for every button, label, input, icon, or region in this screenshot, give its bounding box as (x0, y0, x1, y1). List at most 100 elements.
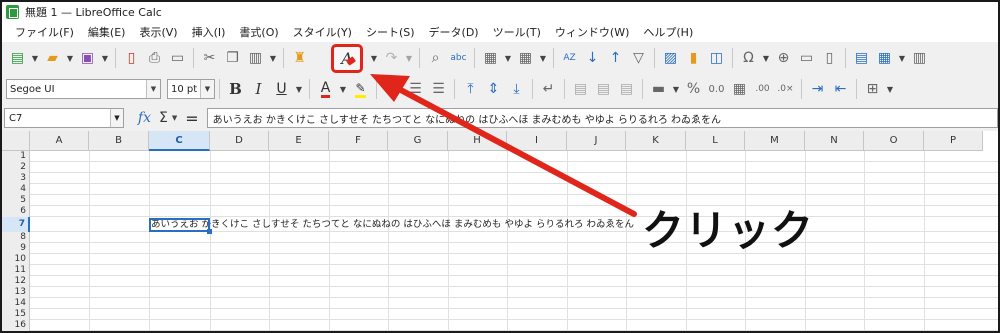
column-icon[interactable]: ▦ (514, 47, 537, 70)
sum-dropdown-icon[interactable]: ▼ (172, 114, 177, 122)
special-character-icon[interactable]: Ω (737, 47, 760, 70)
highlighting-color-icon[interactable]: ✎ (349, 78, 372, 101)
clear-direct-formatting-icon[interactable]: A (331, 44, 363, 73)
menu-styles[interactable]: スタイル(Y) (286, 24, 359, 40)
number-format-icon[interactable]: 0.0 (705, 78, 728, 101)
row-header[interactable]: 10 (2, 254, 30, 265)
row-header-selected[interactable]: 7 (2, 217, 30, 232)
row-header[interactable]: 6 (2, 206, 30, 217)
redo-icon[interactable]: ↷ (380, 47, 403, 70)
column-header[interactable]: D (210, 131, 269, 151)
row-header[interactable]: 4 (2, 184, 30, 195)
font-color-dropdown-icon[interactable]: ▼ (337, 78, 349, 101)
menu-edit[interactable]: 編集(E) (81, 24, 133, 40)
decrease-indent-icon[interactable]: ⇤ (829, 78, 852, 101)
column-header[interactable]: M (745, 131, 805, 151)
column-header[interactable]: G (388, 131, 448, 151)
merge-cells-icon[interactable]: ▤ (592, 78, 615, 101)
open-dropdown-icon[interactable]: ▼ (64, 47, 76, 70)
sort-ascending-icon[interactable]: ↓ (581, 47, 604, 70)
align-right-icon[interactable]: ☰ (427, 78, 450, 101)
menu-format[interactable]: 書式(O) (232, 24, 285, 40)
select-all-corner[interactable] (2, 131, 30, 151)
sum-icon[interactable]: Σ (159, 110, 168, 126)
row-header[interactable]: 1 (2, 151, 30, 162)
open-folder-icon[interactable]: ▰ (41, 47, 64, 70)
percent-format-icon[interactable]: % (682, 78, 705, 101)
name-box[interactable]: C7 ▼ (4, 108, 124, 128)
row-header[interactable]: 9 (2, 243, 30, 254)
row-dropdown-icon[interactable]: ▼ (502, 47, 514, 70)
font-size-box[interactable]: 10 pt ▼ (167, 79, 215, 99)
image-icon[interactable]: ▨ (659, 47, 682, 70)
column-header[interactable]: L (686, 131, 745, 151)
date-format-icon[interactable]: ▦ (728, 78, 751, 101)
column-header[interactable]: H (448, 131, 507, 151)
header-footer-icon[interactable]: ▯ (818, 47, 841, 70)
align-top-icon[interactable]: ⤒ (459, 78, 482, 101)
currency-format-icon[interactable]: ▬ (647, 78, 670, 101)
column-header[interactable]: F (329, 131, 388, 151)
fill-handle[interactable] (207, 229, 212, 234)
autofilter-icon[interactable]: ▽ (627, 47, 650, 70)
export-pdf-icon[interactable]: ▯ (120, 47, 143, 70)
currency-dropdown-icon[interactable]: ▼ (670, 78, 682, 101)
row-header[interactable]: 11 (2, 265, 30, 276)
chevron-down-icon[interactable]: ▼ (146, 80, 160, 98)
menu-sheet[interactable]: シート(S) (359, 24, 422, 40)
function-wizard-icon[interactable]: fx (138, 110, 151, 126)
redo-dropdown-icon[interactable]: ▼ (403, 47, 415, 70)
unmerge-cells-icon[interactable]: ▤ (615, 78, 638, 101)
align-center-vertical-icon[interactable]: ⇕ (482, 78, 505, 101)
chevron-down-icon[interactable]: ▼ (109, 109, 123, 127)
row-header[interactable]: 5 (2, 195, 30, 206)
row-header[interactable]: 3 (2, 173, 30, 184)
define-print-area-icon[interactable]: ▤ (850, 47, 873, 70)
freeze-rows-columns-icon[interactable]: ▦ (873, 47, 896, 70)
row-header[interactable]: 14 (2, 298, 30, 309)
column-header[interactable]: J (567, 131, 626, 151)
hyperlink-icon[interactable]: ⊕ (772, 47, 795, 70)
formula-input[interactable]: あいうえお かきくけこ さしすせそ たちつてと なにぬねの はひふへほ まみむめ… (206, 108, 998, 128)
new-spreadsheet-icon[interactable]: ▤ (6, 47, 29, 70)
freeze-dropdown-icon[interactable]: ▼ (896, 47, 908, 70)
bold-button[interactable]: B (224, 78, 247, 101)
align-left-icon[interactable]: ☰ (381, 78, 404, 101)
paste-dropdown-icon[interactable]: ▼ (267, 47, 279, 70)
column-header[interactable]: P (924, 131, 983, 151)
clone-formatting-icon[interactable]: ♜ (288, 47, 311, 70)
undo-dropdown-icon[interactable]: ▼ (368, 47, 380, 70)
chevron-down-icon[interactable]: ▼ (200, 80, 214, 98)
special-character-dropdown-icon[interactable]: ▼ (760, 47, 772, 70)
align-bottom-icon[interactable]: ⤓ (505, 78, 528, 101)
column-header-selected[interactable]: C (149, 131, 210, 151)
add-decimal-icon[interactable]: .00 (751, 78, 774, 101)
menu-window[interactable]: ウィンドウ(W) (548, 24, 636, 40)
split-window-icon[interactable]: ▥ (908, 47, 931, 70)
sort-descending-icon[interactable]: ↑ (604, 47, 627, 70)
save-icon[interactable]: ▣ (76, 47, 99, 70)
paste-icon[interactable]: ▥ (244, 47, 267, 70)
column-header[interactable]: I (507, 131, 567, 151)
new-dropdown-icon[interactable]: ▼ (29, 47, 41, 70)
row-header[interactable]: 13 (2, 287, 30, 298)
row-header[interactable]: 16 (2, 320, 30, 331)
save-dropdown-icon[interactable]: ▼ (99, 47, 111, 70)
column-header[interactable]: E (269, 131, 329, 151)
sort-icon[interactable]: AZ (558, 47, 581, 70)
font-color-button[interactable]: A (314, 78, 337, 101)
row-header[interactable]: 2 (2, 162, 30, 173)
merge-center-icon[interactable]: ▤ (569, 78, 592, 101)
delete-decimal-icon[interactable]: .0× (774, 78, 797, 101)
row-icon[interactable]: ▦ (479, 47, 502, 70)
pivot-table-icon[interactable]: ◫ (705, 47, 728, 70)
row-header[interactable]: 8 (2, 232, 30, 243)
borders-dropdown-icon[interactable]: ▼ (884, 78, 896, 101)
copy-icon[interactable]: ❐ (221, 47, 244, 70)
italic-button[interactable]: I (247, 78, 270, 101)
underline-dropdown-icon[interactable]: ▼ (293, 78, 305, 101)
font-name-box[interactable]: Segoe UI ▼ (6, 79, 161, 99)
menu-view[interactable]: 表示(V) (132, 24, 184, 40)
spelling-icon[interactable]: abc (447, 47, 470, 70)
align-center-icon[interactable]: ☰ (404, 78, 427, 101)
